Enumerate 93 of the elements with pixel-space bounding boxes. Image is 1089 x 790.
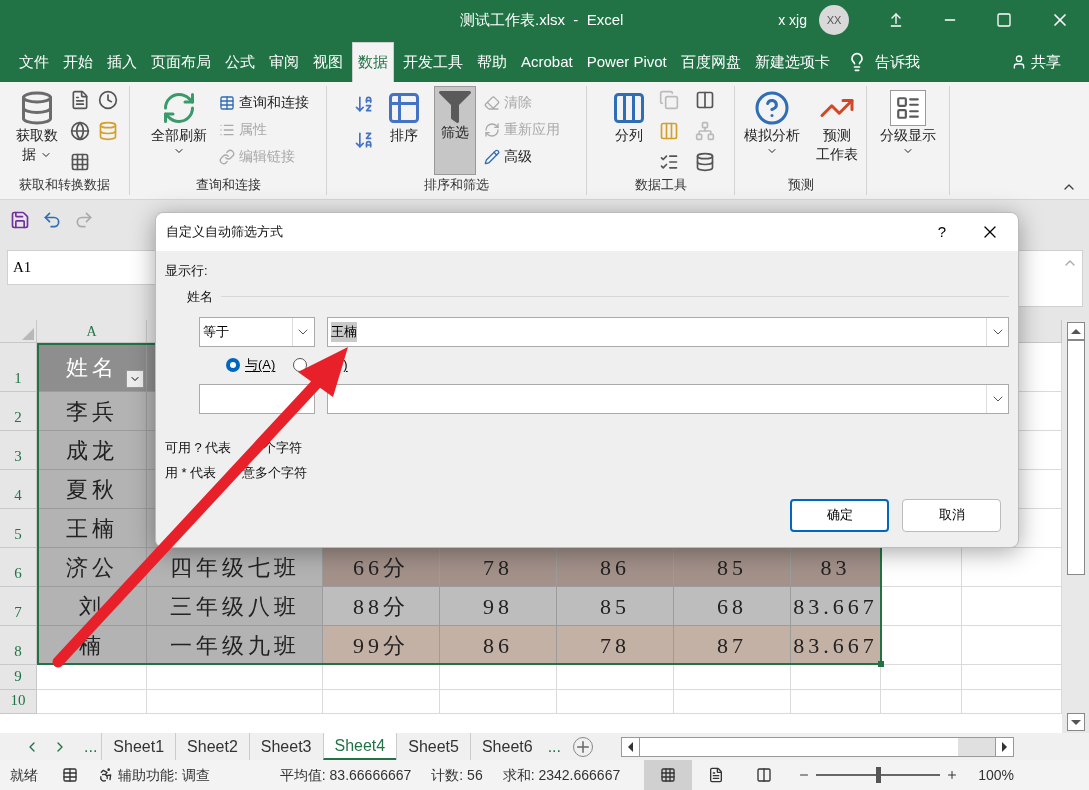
table-cell: 85 xyxy=(557,587,674,626)
radio-label[interactable]: 与(A) xyxy=(245,355,276,375)
ribbon-button[interactable]: 分级显示 xyxy=(876,86,940,175)
table-cell: 99分 xyxy=(323,626,440,665)
table-cell: 98 xyxy=(440,587,557,626)
ribbon-tab[interactable]: 新建选项卡 xyxy=(749,42,835,82)
ok-button[interactable]: 确定 xyxy=(790,498,889,532)
user-avatar[interactable]: XX xyxy=(819,5,849,35)
row-header[interactable]: 8 xyxy=(0,626,37,665)
ribbon-button[interactable]: 高级 xyxy=(483,146,560,167)
table-cell: 88分 xyxy=(323,587,440,626)
ribbon-tab[interactable]: 公式 xyxy=(220,42,260,82)
ribbon-button[interactable]: 筛选 xyxy=(433,86,476,175)
ribbon-tab[interactable]: Acrobat xyxy=(516,42,578,82)
table-cell: 成龙 xyxy=(37,431,147,470)
table-cell: 66分 xyxy=(323,548,440,587)
row-header[interactable]: 2 xyxy=(0,392,37,431)
hint-text: 意多个字符 xyxy=(242,464,307,482)
table-cell: 王楠 xyxy=(37,509,147,548)
ribbon-button[interactable]: 预测 工作表 xyxy=(811,86,862,175)
tell-me-button[interactable]: 告诉我 xyxy=(866,42,928,82)
table-cell: 83.667 xyxy=(791,626,881,665)
window-title: 测试工作表.xlsx - Excel xyxy=(460,9,624,30)
ribbon-tab[interactable]: 页面布局 xyxy=(146,42,216,82)
group-label: 排序和筛选 xyxy=(423,176,490,194)
count-value: 计数: 56 xyxy=(431,765,483,785)
table-cell: 85 xyxy=(674,548,791,587)
table-cell: 87 xyxy=(674,626,791,665)
group-label: 获取和转换数据 xyxy=(18,176,111,194)
ribbon-tab[interactable]: 审阅 xyxy=(264,42,304,82)
help-button[interactable]: ? xyxy=(922,217,962,247)
table-cell: 三年级八班 xyxy=(147,587,323,626)
average-value: 平均值: 83.66666667 xyxy=(279,765,412,785)
row-header[interactable]: 3 xyxy=(0,431,37,470)
table-cell: 86 xyxy=(440,626,557,665)
group-label: 查询和连接 xyxy=(194,176,262,194)
table-cell: 83.667 xyxy=(791,587,881,626)
ribbon-tab[interactable]: 开始 xyxy=(58,42,98,82)
row-header[interactable]: 7 xyxy=(0,587,37,626)
row-header[interactable]: 4 xyxy=(0,470,37,509)
hint-text: 个字符 xyxy=(263,438,302,457)
column-header[interactable]: A xyxy=(86,320,97,342)
share-button[interactable]: 共享 xyxy=(1011,42,1061,82)
table-cell: 78 xyxy=(557,626,674,665)
table-cell: 68 xyxy=(674,587,791,626)
ribbon-tab[interactable]: 视图 xyxy=(308,42,348,82)
sum-value: 求和: 2342.666667 xyxy=(502,765,621,785)
ribbon-tab[interactable]: Power Pivot xyxy=(581,42,672,82)
radio-label[interactable]: ) xyxy=(343,355,348,375)
ribbon-button[interactable]: 排序 xyxy=(381,86,426,175)
row-header[interactable]: 6 xyxy=(0,548,37,587)
cancel-button[interactable]: 取消 xyxy=(902,498,1001,532)
ribbon-tab[interactable]: 插入 xyxy=(102,42,142,82)
table-cell: 一年级九班 xyxy=(147,626,323,665)
dialog-title: 自定义自动筛选方式 xyxy=(166,223,284,242)
ribbon-tab[interactable]: 百度网盘 xyxy=(675,42,746,82)
ribbon-tab[interactable]: 文件 xyxy=(14,42,54,82)
table-cell: 86 xyxy=(557,548,674,587)
table-cell: 78 xyxy=(440,548,557,587)
status-text: 就绪 xyxy=(10,765,38,785)
table-cell: 李兵 xyxy=(37,392,147,431)
more-sheets-button[interactable]: ... xyxy=(80,734,102,759)
more-sheets-button[interactable]: ... xyxy=(543,734,565,759)
ribbon-button[interactable]: 获取数 据 xyxy=(11,86,62,175)
user-name: x xjg xyxy=(778,10,807,30)
zoom-level[interactable]: 100% xyxy=(978,764,1014,786)
header-text: 姓名 xyxy=(65,353,118,382)
table-cell: 83 xyxy=(791,548,881,587)
ribbon-button[interactable]: 查询和连接 xyxy=(219,92,309,113)
ribbon-tab[interactable]: 数据 xyxy=(352,42,394,82)
name-box[interactable]: A1 xyxy=(7,250,157,285)
value-combobox[interactable]: 王楠 xyxy=(326,317,1009,347)
table-cell: 济公 xyxy=(37,548,147,587)
field-label: 姓名 xyxy=(187,287,213,306)
group-label: 数据工具 xyxy=(633,176,688,194)
ribbon-button[interactable]: 全部刷新 xyxy=(147,86,211,175)
accessibility-status[interactable]: 辅助功能: 调查 xyxy=(118,764,210,786)
row-header[interactable]: 5 xyxy=(0,509,37,548)
hint-text: 用 * 代表 xyxy=(165,464,218,482)
hint-text: 可用 ? 代表 xyxy=(165,438,233,457)
table-cell: 四年级七班 xyxy=(147,548,323,587)
sheet-tab[interactable]: Sheet4 xyxy=(322,733,397,760)
ribbon-tab[interactable]: 帮助 xyxy=(472,42,512,82)
table-cell: 夏秋 xyxy=(37,470,147,509)
ribbon-button[interactable]: 分列 xyxy=(606,86,651,175)
section-label: 显示行: xyxy=(165,262,209,280)
operator-dropdown[interactable]: 等于 xyxy=(199,317,315,347)
ribbon-button[interactable]: 模拟分析 xyxy=(739,86,804,175)
group-label: 预测 xyxy=(786,176,815,194)
row-header[interactable]: 10 xyxy=(0,690,37,714)
row-header[interactable]: 1 xyxy=(0,343,37,392)
ribbon-tab[interactable]: 开发工具 xyxy=(398,42,468,82)
row-header[interactable]: 9 xyxy=(0,665,37,690)
